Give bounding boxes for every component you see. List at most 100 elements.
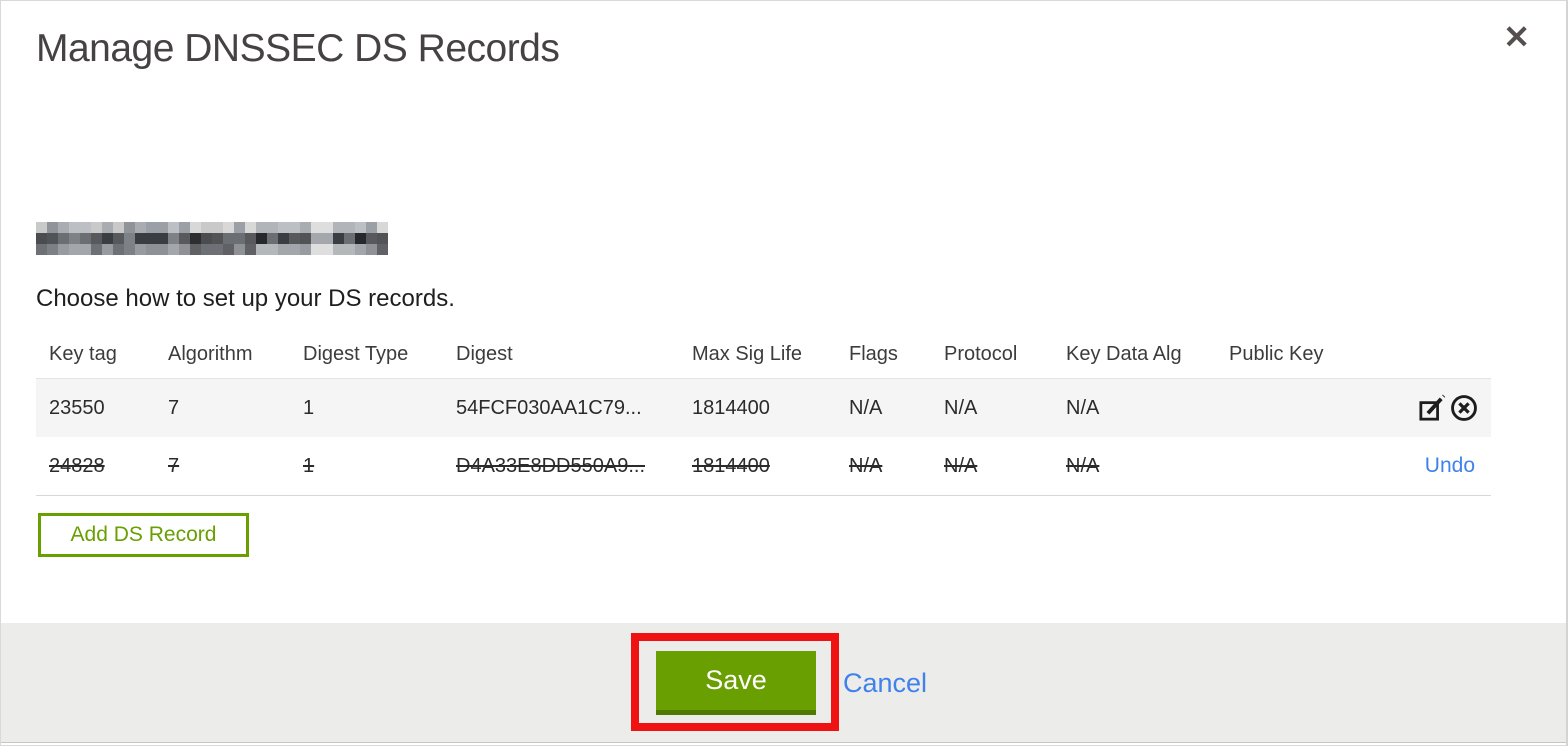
cell-protocol: N/A: [944, 396, 978, 419]
pixel-block: [80, 244, 91, 255]
cell-digest: 54FCF030AA1C79...: [456, 396, 642, 419]
table-header-row: Key tag Algorithm Digest Type Digest Max…: [36, 331, 1491, 378]
pixel-block: [377, 244, 388, 255]
pixel-block: [201, 222, 212, 233]
pixel-block: [102, 233, 113, 244]
pixel-block: [80, 222, 91, 233]
pixel-block: [278, 222, 289, 233]
add-ds-record-button[interactable]: Add DS Record: [38, 513, 249, 557]
row-actions: [1366, 393, 1491, 423]
pixel-block: [333, 244, 344, 255]
pixel-block: [113, 244, 124, 255]
pixel-block: [168, 244, 179, 255]
pixel-block: [377, 222, 388, 233]
pixel-block: [311, 233, 322, 244]
column-header-protocol: Protocol: [944, 343, 1018, 365]
pixel-block: [311, 222, 322, 233]
pixel-block: [179, 244, 190, 255]
modal-footer: Save Cancel: [1, 623, 1566, 743]
pixel-block: [245, 222, 256, 233]
pixel-block: [135, 222, 146, 233]
pixel-block: [289, 244, 300, 255]
column-header-flags: Flags: [849, 343, 898, 365]
cell-max-sig-life: 1814400: [692, 396, 770, 419]
pixel-block: [36, 233, 47, 244]
pixel-block: [267, 244, 278, 255]
pixel-block: [179, 233, 190, 244]
pixel-block: [58, 244, 69, 255]
edit-record-button[interactable]: [1417, 393, 1447, 423]
pixel-block: [311, 244, 322, 255]
pixel-block: [36, 222, 47, 233]
pixel-block: [355, 222, 366, 233]
pixel-block: [322, 233, 333, 244]
cell-max-sig-life: 1814400: [692, 454, 770, 477]
pixel-block: [113, 222, 124, 233]
close-icon[interactable]: ✕: [1499, 17, 1534, 57]
pixel-block: [124, 233, 135, 244]
cell-digest-type: 1: [303, 454, 315, 477]
circle-x-icon: [1451, 395, 1477, 421]
pixel-block: [355, 244, 366, 255]
pixel-block: [91, 222, 102, 233]
pixel-block: [300, 244, 311, 255]
column-header-algorithm: Algorithm: [168, 343, 253, 365]
pixel-block: [212, 233, 223, 244]
delete-record-button[interactable]: [1449, 393, 1479, 423]
cell-flags: N/A: [849, 454, 883, 477]
pixel-block: [333, 233, 344, 244]
pixel-block: [234, 233, 245, 244]
pixel-block: [344, 222, 355, 233]
redacted-domain-text: [36, 222, 388, 255]
pixel-block: [146, 233, 157, 244]
pixel-block: [366, 233, 377, 244]
instruction-text: Choose how to set up your DS records.: [36, 285, 455, 312]
pixel-block: [234, 244, 245, 255]
pixel-block: [245, 233, 256, 244]
pixel-block: [201, 244, 212, 255]
pixel-block: [223, 222, 234, 233]
manage-dnssec-ds-records-modal: Manage DNSSEC DS Records ✕ Choose how to…: [0, 0, 1568, 746]
pixel-block: [278, 233, 289, 244]
pixel-block: [300, 233, 311, 244]
row-actions: Undo: [1366, 454, 1491, 478]
pixel-block: [333, 222, 344, 233]
pixel-block: [190, 244, 201, 255]
pixel-block: [102, 222, 113, 233]
pixel-block: [58, 233, 69, 244]
pixel-block: [190, 222, 201, 233]
cancel-link[interactable]: Cancel: [843, 651, 927, 715]
pixel-block: [223, 233, 234, 244]
pixel-block: [256, 233, 267, 244]
pixel-block: [102, 244, 113, 255]
pixel-block: [289, 233, 300, 244]
pixel-block: [212, 244, 223, 255]
pixel-block: [124, 222, 135, 233]
pixel-block: [212, 222, 223, 233]
pixel-block: [146, 222, 157, 233]
pixel-block: [124, 244, 135, 255]
cell-digest-type: 1: [303, 396, 315, 419]
pixel-block: [47, 244, 58, 255]
table-row: 23550 7 1 54FCF030AA1C79... 1814400 N/A …: [36, 378, 1491, 437]
save-button[interactable]: Save: [656, 651, 816, 715]
cell-protocol: N/A: [944, 454, 978, 477]
pixel-block: [36, 244, 47, 255]
pixel-block: [47, 222, 58, 233]
cell-algorithm: 7: [168, 396, 180, 419]
pixel-block: [58, 222, 69, 233]
column-header-digest: Digest: [456, 343, 513, 365]
pixel-block: [278, 244, 289, 255]
pixel-block: [69, 233, 80, 244]
cell-key-tag: 23550: [49, 396, 105, 419]
pixel-block: [190, 233, 201, 244]
cell-key-tag: 24828: [49, 454, 105, 477]
pixel-block: [69, 244, 80, 255]
undo-link[interactable]: Undo: [1425, 454, 1479, 478]
page-title: Manage DNSSEC DS Records: [36, 27, 560, 70]
pixel-block: [113, 233, 124, 244]
pixel-block: [168, 222, 179, 233]
pixel-block: [157, 244, 168, 255]
pixel-block: [355, 233, 366, 244]
pixel-block: [234, 222, 245, 233]
